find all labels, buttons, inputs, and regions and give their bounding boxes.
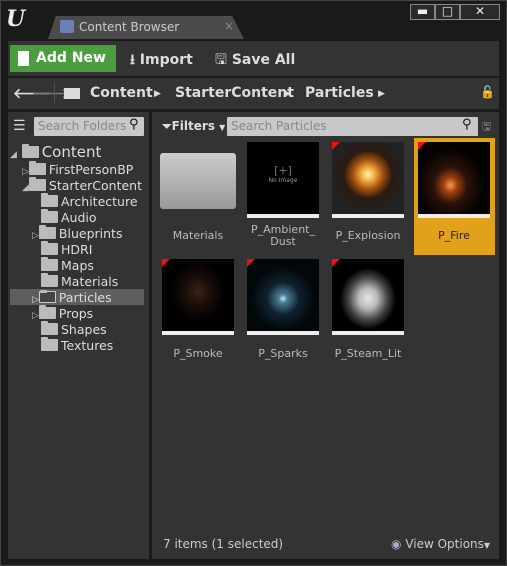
filters-button[interactable]: ⏷Filters ▼: [162, 119, 225, 134]
new-file-icon: [18, 51, 29, 66]
crumb-arrow-icon[interactable]: ▶: [284, 89, 291, 99]
asset-label: P_Fire: [438, 229, 470, 242]
close-button[interactable]: ✕: [460, 4, 500, 20]
maximize-button[interactable]: □: [435, 4, 460, 20]
asset-label: P_Smoke: [173, 347, 223, 360]
crumb-content[interactable]: Content: [90, 85, 153, 101]
tree-item-maps[interactable]: Maps: [41, 257, 94, 273]
sources-toggle-icon[interactable]: ☰: [13, 118, 26, 134]
item-count-status: 7 items (1 selected): [163, 537, 284, 551]
no-image-text: No Image: [268, 177, 298, 184]
asset-label: P_Steam_Lit: [334, 347, 402, 360]
tree-item-shapes[interactable]: Shapes: [41, 321, 107, 337]
search-icon: ⚲: [462, 117, 472, 132]
asset-label: P_Sparks: [258, 347, 308, 360]
tree-item-architecture[interactable]: Architecture: [41, 193, 138, 209]
crumb-arrow-icon[interactable]: ▶: [154, 89, 161, 99]
add-new-label: Add New: [36, 50, 106, 66]
tree-item-blueprints[interactable]: ▷ Blueprints: [32, 225, 122, 241]
tree-item-content[interactable]: ◢ Content: [10, 143, 101, 161]
import-label: Import: [139, 52, 193, 68]
tree-item-materials[interactable]: Materials: [41, 273, 118, 289]
save-all-button[interactable]: 🖫 Save All: [215, 49, 295, 73]
no-image-icon: [+]: [274, 164, 292, 177]
filter-icon: ⏷: [162, 119, 172, 133]
view-options-button[interactable]: ◉ View Options▼: [391, 537, 490, 551]
save-all-label: Save All: [231, 52, 296, 68]
search-particles-input[interactable]: Search Particles: [227, 117, 478, 136]
tree-item-props[interactable]: ▷ Props: [32, 305, 93, 321]
crumb-arrow-icon[interactable]: ▶: [378, 89, 385, 99]
tab-label: Content Browser: [79, 20, 180, 34]
filters-label: Filters: [171, 119, 215, 133]
crumb-startercontent[interactable]: StarterContent: [175, 85, 294, 101]
import-icon: ⭳: [130, 52, 135, 68]
folder-open-icon: [64, 88, 80, 99]
asset-tile-p-steam-lit[interactable]: [332, 259, 404, 335]
asset-tile-p-explosion[interactable]: [332, 142, 404, 218]
tree-item-hdri[interactable]: HDRI: [41, 241, 92, 257]
chevron-down-icon: ▼: [483, 541, 491, 550]
save-icon: 🖫: [215, 52, 227, 68]
tree-item-particles[interactable]: ▷ Particles: [32, 290, 112, 305]
unreal-logo: U: [6, 6, 26, 32]
asset-tile-materials[interactable]: [160, 143, 236, 209]
asset-tile-p-fire[interactable]: [418, 142, 490, 218]
content-browser-icon: [60, 20, 74, 33]
save-search-icon[interactable]: 🖫: [482, 118, 491, 137]
search-icon: ⚲: [129, 117, 139, 132]
folder-icon: [160, 153, 236, 209]
minimize-button[interactable]: ▬: [410, 4, 435, 20]
tab-content-browser[interactable]: Content Browser ×: [48, 16, 244, 39]
asset-tile-p-sparks[interactable]: [247, 259, 319, 335]
eye-icon: ◉: [391, 537, 402, 551]
tree-item-firstpersonbp[interactable]: ▷ FirstPersonBP: [22, 161, 133, 177]
divider: [54, 83, 55, 103]
view-options-label: View Options: [405, 537, 484, 551]
search-folders-input[interactable]: Search Folders: [34, 117, 144, 136]
asset-label: P_Ambient_ Dust: [251, 223, 315, 248]
chevron-down-icon: ▼: [219, 123, 226, 132]
asset-label: P_Explosion: [335, 229, 401, 242]
tree-item-textures[interactable]: Textures: [41, 337, 113, 353]
asset-tile-p-smoke[interactable]: [162, 259, 234, 335]
asset-tile-p-ambient-dust[interactable]: [+] No Image: [247, 142, 319, 218]
crumb-particles[interactable]: Particles: [305, 85, 374, 101]
import-button[interactable]: ⭳ Import: [130, 49, 193, 73]
tab-close-button[interactable]: ×: [224, 19, 234, 33]
tree-item-startercontent[interactable]: ◢ StarterContent: [22, 177, 142, 193]
asset-label: Materials: [172, 229, 224, 242]
tree-item-audio[interactable]: Audio: [41, 209, 97, 225]
lock-icon[interactable]: 🔓: [480, 85, 495, 99]
add-new-button[interactable]: Add New ▼: [10, 45, 116, 92]
